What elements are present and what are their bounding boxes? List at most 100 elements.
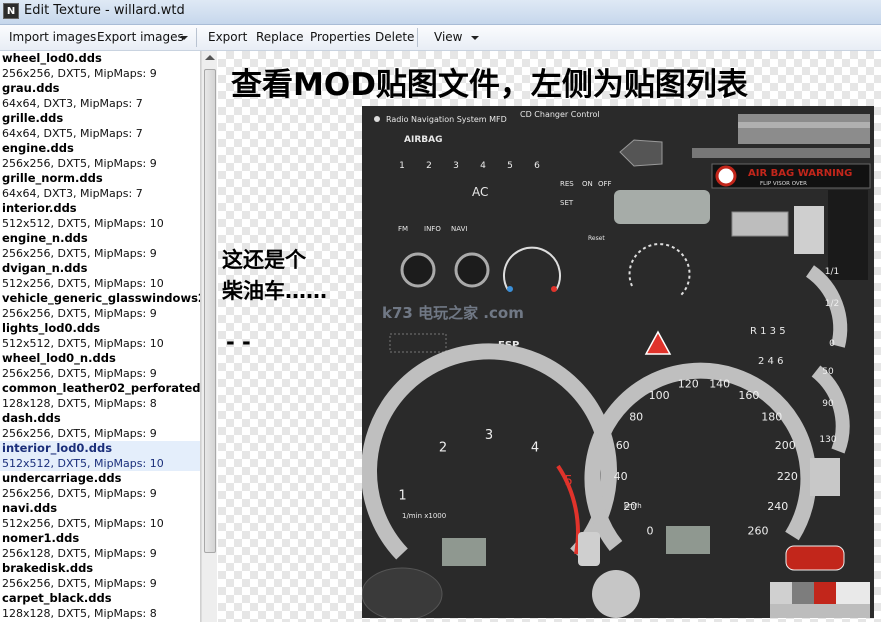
fm-label: FM: [398, 225, 408, 233]
speed-tick-label: 220: [777, 470, 798, 483]
texture-info: 64x64, DXT5, MipMaps: 7: [2, 127, 143, 140]
texture-list-item[interactable]: interior_lod0.dds 512x512, DXT5, MipMaps:…: [0, 441, 200, 471]
speed-tick-label: 200: [775, 439, 796, 452]
swatch-4: [836, 582, 870, 604]
delete-button[interactable]: Delete: [375, 25, 414, 50]
speed-tick-label: 240: [767, 500, 788, 513]
texture-list-item[interactable]: common_leather02_perforated_da 128x128, D…: [0, 381, 200, 411]
fuel-tick-label: 1/2: [825, 299, 839, 309]
texture-info: 256x256, DXT5, MipMaps: 9: [2, 67, 157, 80]
texture-info: 128x128, DXT5, MipMaps: 8: [2, 397, 157, 410]
speed-tick-label: 160: [738, 389, 759, 402]
texture-list-item[interactable]: engine_n.dds 256x256, DXT5, MipMaps: 9: [0, 231, 200, 261]
texture-list-item[interactable]: undercarriage.dds 256x256, DXT5, MipMaps:…: [0, 471, 200, 501]
watermark: k73 电玩之家 .com: [382, 304, 524, 322]
texture-info: 512x256, DXT5, MipMaps: 10: [2, 277, 164, 290]
texture-list-item[interactable]: brakedisk.dds 256x256, DXT5, MipMaps: 9: [0, 561, 200, 591]
texture-info: 256x256, DXT5, MipMaps: 9: [2, 367, 157, 380]
app-icon: N: [3, 3, 19, 19]
texture-name: grille.dds: [2, 111, 64, 125]
texture-list-item[interactable]: wheel_lod0.dds 256x256, DXT5, MipMaps: 9: [0, 51, 200, 81]
speaker-grille: [361, 567, 443, 621]
toolbar: Import images Export images Export Repla…: [0, 25, 881, 51]
texture-name: engine_n.dds: [2, 231, 88, 245]
texture-info: 512x256, DXT5, MipMaps: 10: [2, 517, 164, 530]
rpm-tick-label: 4: [531, 440, 539, 455]
scroll-up-icon[interactable]: [205, 55, 215, 60]
rpm-gauge-arc: [361, 343, 617, 560]
speed-tick-label: 260: [748, 524, 769, 537]
preset-number: 2: [426, 161, 432, 171]
texture-list-item[interactable]: interior.dds 512x512, DXT5, MipMaps: 10: [0, 201, 200, 231]
texture-list-item[interactable]: lights_lod0.dds 512x512, DXT5, MipMaps: 1…: [0, 321, 200, 351]
texture-info: 512x512, DXT5, MipMaps: 10: [2, 217, 164, 230]
preview-note-line2: 柴油车……: [222, 279, 327, 303]
texture-name: interior.dds: [2, 201, 77, 215]
speed-tick-label: 100: [649, 389, 670, 402]
replace-button[interactable]: Replace: [256, 25, 303, 50]
properties-button[interactable]: Properties: [310, 25, 371, 50]
temp-tick-label: 50: [822, 367, 834, 377]
dashboard-texture-art: Radio Navigation System MFD CD Changer C…: [361, 110, 871, 621]
texture-list-item[interactable]: grille.dds 64x64, DXT5, MipMaps: 7: [0, 111, 200, 141]
set-label: SET: [560, 199, 574, 207]
texture-list-scrollbar[interactable]: [201, 51, 217, 622]
preset-number: 5: [507, 161, 513, 171]
res-label: RES: [560, 180, 574, 188]
texture-name: lights_lod0.dds: [2, 321, 101, 335]
speedometer-display: [666, 526, 710, 554]
temp-tick-label: 90: [822, 399, 834, 409]
texture-info: 512x512, DXT5, MipMaps: 10: [2, 337, 164, 350]
grille-panel: [731, 211, 789, 237]
rpm-display: [442, 538, 486, 566]
texture-list-item[interactable]: nomer1.dds 256x128, DXT5, MipMaps: 9: [0, 531, 200, 561]
texture-info: 256x256, DXT5, MipMaps: 9: [2, 427, 157, 440]
texture-list[interactable]: wheel_lod0.dds 256x256, DXT5, MipMaps: 9g…: [0, 51, 201, 622]
texture-list-item[interactable]: dvigan_n.dds 512x256, DXT5, MipMaps: 10: [0, 261, 200, 291]
toolbar-separator: [417, 28, 418, 47]
texture-info: 256x256, DXT5, MipMaps: 9: [2, 247, 157, 260]
texture-list-item[interactable]: grau.dds 64x64, DXT3, MipMaps: 7: [0, 81, 200, 111]
speed-tick-label: 180: [761, 410, 782, 423]
texture-list-item[interactable]: dash.dds 256x256, DXT5, MipMaps: 9: [0, 411, 200, 441]
texture-list-item[interactable]: vehicle_generic_glasswindows2.dds 256x256…: [0, 291, 200, 321]
view-button[interactable]: View: [434, 25, 462, 50]
texture-name: interior_lod0.dds: [2, 441, 113, 455]
metal-strip-2: [692, 148, 870, 158]
texture-list-item[interactable]: wheel_lod0_n.dds 256x256, DXT5, MipMaps: …: [0, 351, 200, 381]
rpm-tick-label: 1: [398, 489, 406, 504]
preview-heading: 查看MOD贴图文件，左侧为贴图列表: [231, 67, 748, 103]
export-images-dropdown-icon[interactable]: [180, 36, 188, 40]
scrollbar-thumb[interactable]: [204, 69, 216, 553]
texture-list-item[interactable]: engine.dds 256x256, DXT5, MipMaps: 9: [0, 141, 200, 171]
climate-dial-red-dot: [551, 286, 557, 292]
gear-pattern-bottom: 2 4 6: [758, 356, 783, 367]
metal-strip: [738, 114, 870, 144]
import-images-button[interactable]: Import images: [9, 25, 96, 50]
airbag-warning-sub: FLIP VISOR OVER: [760, 181, 807, 187]
vent-grille: [810, 458, 840, 496]
export-images-button[interactable]: Export images: [97, 25, 184, 50]
texture-name: dash.dds: [2, 411, 61, 425]
volume-knob: [400, 252, 436, 288]
navi-label: NAVI: [451, 225, 467, 233]
swatch-2: [792, 582, 814, 604]
texture-list-item[interactable]: grille_norm.dds 64x64, DXT3, MipMaps: 7: [0, 171, 200, 201]
texture-list-item[interactable]: navi.dds 512x256, DXT5, MipMaps: 10: [0, 501, 200, 531]
off-label: OFF: [598, 180, 612, 188]
preset-number: 1: [399, 161, 405, 171]
export-button[interactable]: Export: [208, 25, 247, 50]
texture-info: 64x64, DXT3, MipMaps: 7: [2, 97, 143, 110]
texture-name: vehicle_generic_glasswindows2.dds: [2, 291, 200, 305]
speedometer-arc: [584, 362, 817, 551]
swatch-3: [814, 582, 836, 604]
texture-image: Radio Navigation System MFD CD Changer C…: [361, 106, 874, 621]
view-dropdown-icon[interactable]: [471, 36, 479, 40]
texture-list-item[interactable]: carpet_black.dds 128x128, DXT5, MipMaps: …: [0, 591, 200, 621]
dotted-panel: [389, 333, 447, 353]
texture-info: 128x128, DXT5, MipMaps: 8: [2, 607, 157, 620]
texture-name: nomer1.dds: [2, 531, 80, 545]
light-panel: [614, 190, 710, 224]
fan-dial: [628, 243, 691, 297]
toolbar-separator: [196, 28, 197, 47]
